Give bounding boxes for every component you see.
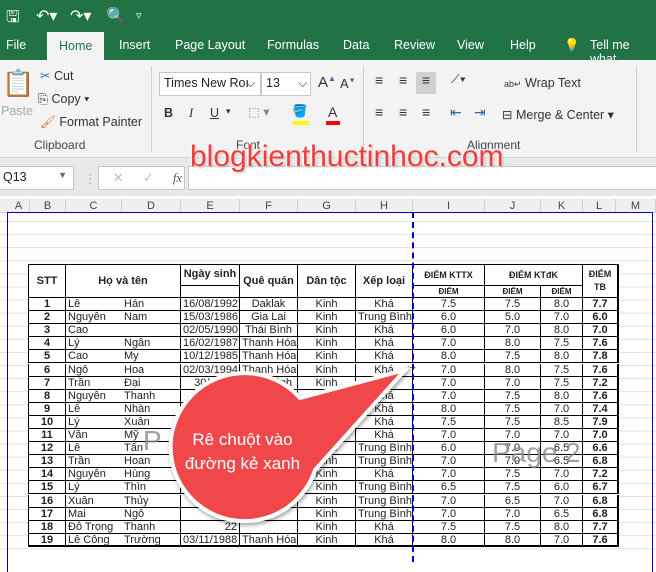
callout-shape bbox=[168, 366, 411, 524]
callout-text: Rê chuột vào đường kẻ xanh bbox=[184, 430, 301, 473]
